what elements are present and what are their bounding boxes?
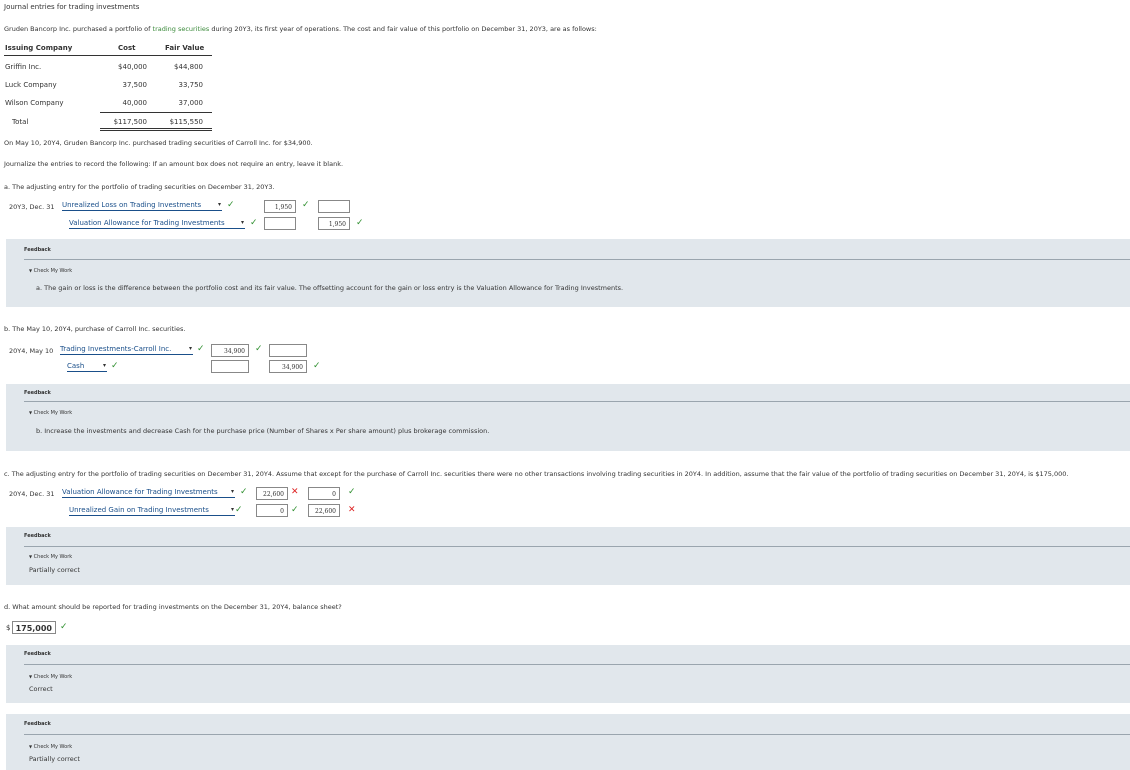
purchase-note: On May 10, 20Y4, Gruden Bancorp Inc. pur… (4, 139, 313, 147)
check-my-work-toggle[interactable]: ▼ Check My Work (29, 554, 72, 560)
part-d-prompt: d. What amount should be reported for tr… (4, 603, 342, 611)
table-row-fair: 37,000 (178, 99, 204, 107)
check-my-work-toggle[interactable]: ▼ Check My Work (29, 410, 72, 416)
part-a-debit-amount-input[interactable]: 1,950 (264, 200, 296, 213)
part-b-feedback-panel: Feedback ▼ Check My Work b. Increase the… (6, 384, 1130, 451)
chevron-down-icon: ▾ (230, 506, 234, 513)
feedback-label: Feedback (24, 651, 51, 657)
part-a-credit-debit-input[interactable] (264, 217, 296, 230)
header-fair-value: Fair Value (165, 44, 205, 52)
triangle-icon: ▼ (29, 268, 33, 273)
part-b-credit-account-select[interactable]: Cash ▾ (67, 362, 107, 372)
instruction-text: Journalize the entries to record the fol… (4, 160, 344, 168)
table-total-label: Total (12, 118, 29, 126)
currency-symbol: $ (6, 624, 11, 632)
trading-securities-link[interactable]: trading securities (153, 25, 210, 33)
chevron-down-icon: ▾ (240, 219, 244, 226)
table-row-cost: 37,500 (122, 81, 148, 89)
check-icon: ✓ (302, 200, 310, 210)
chevron-down-icon: ▾ (102, 362, 106, 369)
table-row-fair: 33,750 (178, 81, 204, 89)
check-icon: ✓ (111, 361, 119, 371)
part-b-prompt: b. The May 10, 20Y4, purchase of Carroll… (4, 325, 186, 333)
check-icon: ✓ (240, 487, 248, 497)
chevron-down-icon: ▾ (230, 488, 234, 495)
header-issuing-company: Issuing Company (5, 44, 73, 52)
check-icon: ✓ (235, 505, 243, 515)
cross-icon: ✕ (348, 505, 356, 515)
part-a-prompt: a. The adjusting entry for the portfolio… (4, 183, 275, 191)
check-icon: ✓ (227, 200, 235, 210)
part-c-prompt: c. The adjusting entry for the portfolio… (4, 470, 1069, 478)
check-icon: ✓ (348, 487, 356, 497)
part-c-row2-debit-input[interactable]: 0 (256, 504, 288, 517)
part-d-amount-input[interactable]: 175,000 (12, 621, 56, 634)
intro-text: Gruden Bancorp Inc. purchased a portfoli… (4, 25, 597, 33)
table-row-company: Luck Company (5, 81, 57, 89)
check-icon: ✓ (197, 344, 205, 354)
chevron-down-icon: ▾ (217, 201, 221, 208)
part-b-credit-debit-input[interactable] (211, 360, 249, 373)
triangle-icon: ▼ (29, 410, 33, 415)
check-icon: ✓ (250, 218, 258, 228)
part-c-row2-account-select[interactable]: Unrealized Gain on Trading Investments ▾ (69, 506, 235, 516)
part-a-date: 20Y3, Dec. 31 (9, 203, 55, 211)
feedback-label: Feedback (24, 390, 51, 396)
table-row-cost: 40,000 (122, 99, 148, 107)
check-my-work-toggle[interactable]: ▼ Check My Work (29, 744, 72, 750)
table-row-company: Griffin Inc. (5, 63, 42, 71)
check-my-work-toggle[interactable]: ▼ Check My Work (29, 674, 72, 680)
table-row-fair: $44,800 (174, 63, 203, 71)
feedback-status: Partially correct (29, 755, 80, 763)
triangle-icon: ▼ (29, 554, 33, 559)
part-a-credit-amount-input[interactable]: 1,950 (318, 217, 350, 230)
part-a-feedback-panel: Feedback ▼ Check My Work a. The gain or … (6, 239, 1130, 307)
feedback-label: Feedback (24, 721, 51, 727)
feedback-text: a. The gain or loss is the difference be… (36, 284, 624, 292)
triangle-icon: ▼ (29, 674, 33, 679)
feedback-text: b. Increase the investments and decrease… (36, 427, 490, 435)
check-icon: ✓ (313, 361, 321, 371)
part-b-date: 20Y4, May 10 (9, 347, 54, 355)
page-title: Journal entries for trading investments (4, 3, 140, 11)
table-row-company: Wilson Company (5, 99, 64, 107)
check-icon: ✓ (291, 505, 299, 515)
part-d-feedback-panel: Feedback ▼ Check My Work Correct (6, 645, 1130, 703)
header-cost: Cost (118, 44, 136, 52)
part-c-row1-account-select[interactable]: Valuation Allowance for Trading Investme… (62, 488, 235, 498)
cross-icon: ✕ (291, 487, 299, 497)
part-c-feedback-panel: Feedback ▼ Check My Work Partially corre… (6, 527, 1130, 585)
part-a-debit-account-select[interactable]: Unrealized Loss on Trading Investments ▾ (62, 201, 222, 211)
part-c-row2-credit-input[interactable]: 22,600 (308, 504, 340, 517)
part-c-row1-credit-input[interactable]: 0 (308, 487, 340, 500)
check-my-work-toggle[interactable]: ▼ Check My Work (29, 268, 72, 274)
check-icon: ✓ (356, 218, 364, 228)
part-a-debit-credit-input[interactable] (318, 200, 350, 213)
part-b-credit-amount-input[interactable]: 34,900 (269, 360, 307, 373)
part-a-credit-account-select[interactable]: Valuation Allowance for Trading Investme… (69, 219, 245, 229)
chevron-down-icon: ▾ (188, 345, 192, 352)
part-c-row1-debit-input[interactable]: 22,600 (256, 487, 288, 500)
feedback-status: Correct (29, 685, 53, 693)
part-b-debit-account-select[interactable]: Trading Investments-Carroll Inc. ▾ (60, 345, 193, 355)
check-icon: ✓ (60, 622, 68, 632)
part-c-date: 20Y4, Dec. 31 (9, 490, 55, 498)
feedback-label: Feedback (24, 533, 51, 539)
feedback-status: Partially correct (29, 566, 80, 574)
part-b-debit-amount-input[interactable]: 34,900 (211, 344, 249, 357)
feedback-label: Feedback (24, 247, 51, 253)
check-icon: ✓ (255, 344, 263, 354)
table-total-fair: $115,550 (169, 118, 203, 126)
part-b-debit-credit-input[interactable] (269, 344, 307, 357)
table-total-cost: $117,500 (113, 118, 147, 126)
table-row-cost: $40,000 (118, 63, 147, 71)
triangle-icon: ▼ (29, 744, 33, 749)
overall-feedback-panel: Feedback ▼ Check My Work Partially corre… (6, 714, 1130, 770)
